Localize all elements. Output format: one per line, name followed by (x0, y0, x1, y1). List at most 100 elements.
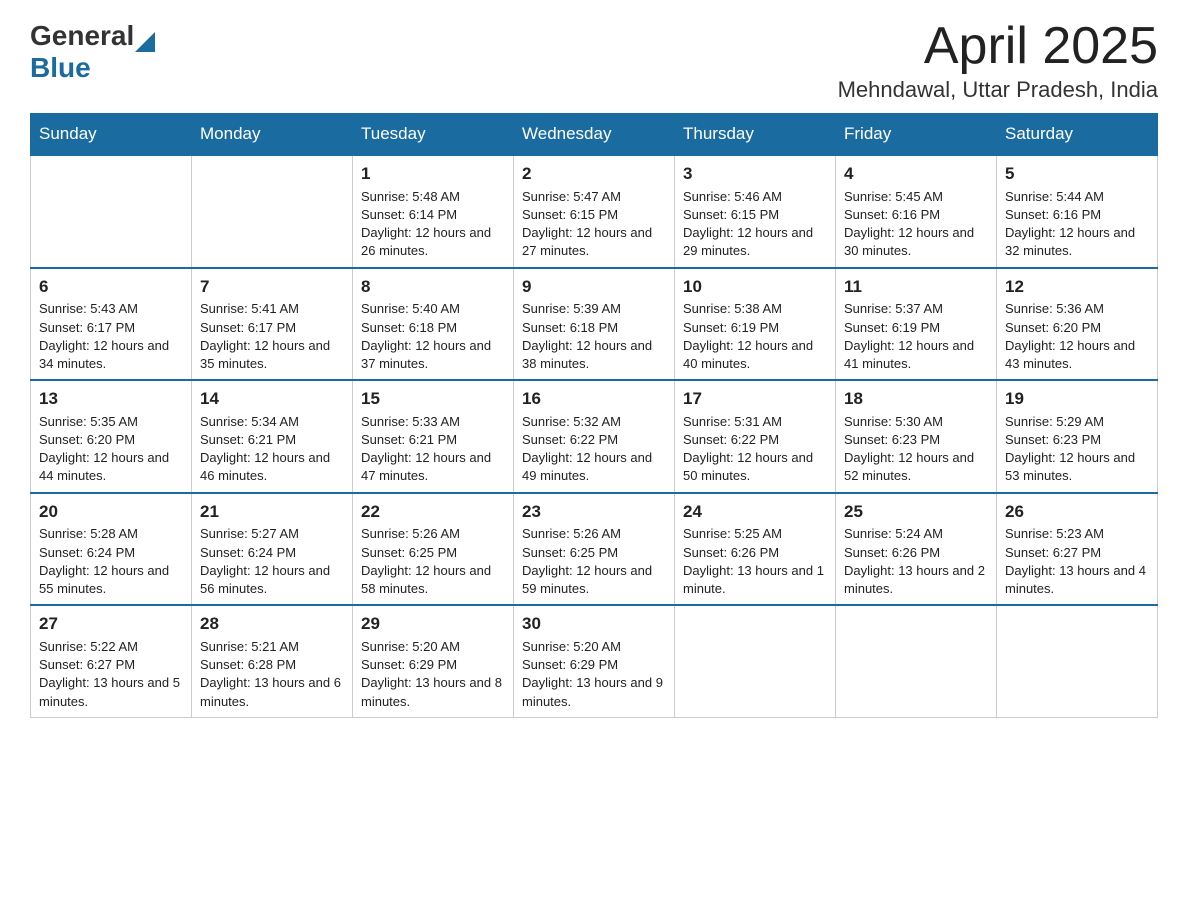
calendar-cell: 6Sunrise: 5:43 AM Sunset: 6:17 PM Daylig… (31, 268, 192, 381)
calendar-cell: 4Sunrise: 5:45 AM Sunset: 6:16 PM Daylig… (836, 155, 997, 268)
calendar-cell: 17Sunrise: 5:31 AM Sunset: 6:22 PM Dayli… (675, 380, 836, 493)
day-number: 20 (39, 500, 183, 524)
calendar-header-friday: Friday (836, 114, 997, 156)
day-info: Sunrise: 5:20 AM Sunset: 6:29 PM Dayligh… (522, 638, 666, 711)
day-number: 1 (361, 162, 505, 186)
page-header: General Blue April 2025 Mehndawal, Uttar… (30, 20, 1158, 103)
calendar-cell: 20Sunrise: 5:28 AM Sunset: 6:24 PM Dayli… (31, 493, 192, 606)
calendar-cell: 24Sunrise: 5:25 AM Sunset: 6:26 PM Dayli… (675, 493, 836, 606)
day-info: Sunrise: 5:20 AM Sunset: 6:29 PM Dayligh… (361, 638, 505, 711)
day-number: 4 (844, 162, 988, 186)
calendar-cell: 10Sunrise: 5:38 AM Sunset: 6:19 PM Dayli… (675, 268, 836, 381)
calendar-cell (836, 605, 997, 717)
day-number: 12 (1005, 275, 1149, 299)
calendar-cell: 28Sunrise: 5:21 AM Sunset: 6:28 PM Dayli… (192, 605, 353, 717)
day-number: 22 (361, 500, 505, 524)
day-number: 6 (39, 275, 183, 299)
calendar-cell: 11Sunrise: 5:37 AM Sunset: 6:19 PM Dayli… (836, 268, 997, 381)
logo-blue-text: Blue (30, 52, 91, 83)
day-number: 10 (683, 275, 827, 299)
day-info: Sunrise: 5:21 AM Sunset: 6:28 PM Dayligh… (200, 638, 344, 711)
calendar-table: SundayMondayTuesdayWednesdayThursdayFrid… (30, 113, 1158, 718)
calendar-header-thursday: Thursday (675, 114, 836, 156)
day-info: Sunrise: 5:40 AM Sunset: 6:18 PM Dayligh… (361, 300, 505, 373)
day-info: Sunrise: 5:28 AM Sunset: 6:24 PM Dayligh… (39, 525, 183, 598)
day-info: Sunrise: 5:29 AM Sunset: 6:23 PM Dayligh… (1005, 413, 1149, 486)
day-number: 14 (200, 387, 344, 411)
day-info: Sunrise: 5:27 AM Sunset: 6:24 PM Dayligh… (200, 525, 344, 598)
day-info: Sunrise: 5:30 AM Sunset: 6:23 PM Dayligh… (844, 413, 988, 486)
calendar-cell: 2Sunrise: 5:47 AM Sunset: 6:15 PM Daylig… (514, 155, 675, 268)
calendar-header-saturday: Saturday (997, 114, 1158, 156)
calendar-cell (675, 605, 836, 717)
day-info: Sunrise: 5:48 AM Sunset: 6:14 PM Dayligh… (361, 188, 505, 261)
day-number: 18 (844, 387, 988, 411)
day-number: 3 (683, 162, 827, 186)
calendar-cell: 19Sunrise: 5:29 AM Sunset: 6:23 PM Dayli… (997, 380, 1158, 493)
calendar-cell: 30Sunrise: 5:20 AM Sunset: 6:29 PM Dayli… (514, 605, 675, 717)
calendar-cell (192, 155, 353, 268)
day-number: 9 (522, 275, 666, 299)
calendar-cell: 1Sunrise: 5:48 AM Sunset: 6:14 PM Daylig… (353, 155, 514, 268)
day-info: Sunrise: 5:22 AM Sunset: 6:27 PM Dayligh… (39, 638, 183, 711)
calendar-week-row: 20Sunrise: 5:28 AM Sunset: 6:24 PM Dayli… (31, 493, 1158, 606)
calendar-cell: 9Sunrise: 5:39 AM Sunset: 6:18 PM Daylig… (514, 268, 675, 381)
calendar-cell: 21Sunrise: 5:27 AM Sunset: 6:24 PM Dayli… (192, 493, 353, 606)
day-number: 16 (522, 387, 666, 411)
day-info: Sunrise: 5:32 AM Sunset: 6:22 PM Dayligh… (522, 413, 666, 486)
day-info: Sunrise: 5:33 AM Sunset: 6:21 PM Dayligh… (361, 413, 505, 486)
day-number: 24 (683, 500, 827, 524)
day-number: 2 (522, 162, 666, 186)
calendar-cell: 13Sunrise: 5:35 AM Sunset: 6:20 PM Dayli… (31, 380, 192, 493)
logo: General Blue (30, 20, 155, 84)
calendar-cell (31, 155, 192, 268)
calendar-week-row: 13Sunrise: 5:35 AM Sunset: 6:20 PM Dayli… (31, 380, 1158, 493)
day-info: Sunrise: 5:24 AM Sunset: 6:26 PM Dayligh… (844, 525, 988, 598)
day-info: Sunrise: 5:25 AM Sunset: 6:26 PM Dayligh… (683, 525, 827, 598)
day-number: 8 (361, 275, 505, 299)
day-number: 5 (1005, 162, 1149, 186)
calendar-cell: 3Sunrise: 5:46 AM Sunset: 6:15 PM Daylig… (675, 155, 836, 268)
calendar-cell: 25Sunrise: 5:24 AM Sunset: 6:26 PM Dayli… (836, 493, 997, 606)
day-info: Sunrise: 5:34 AM Sunset: 6:21 PM Dayligh… (200, 413, 344, 486)
day-info: Sunrise: 5:47 AM Sunset: 6:15 PM Dayligh… (522, 188, 666, 261)
calendar-cell: 16Sunrise: 5:32 AM Sunset: 6:22 PM Dayli… (514, 380, 675, 493)
day-info: Sunrise: 5:39 AM Sunset: 6:18 PM Dayligh… (522, 300, 666, 373)
day-info: Sunrise: 5:43 AM Sunset: 6:17 PM Dayligh… (39, 300, 183, 373)
day-info: Sunrise: 5:38 AM Sunset: 6:19 PM Dayligh… (683, 300, 827, 373)
day-info: Sunrise: 5:23 AM Sunset: 6:27 PM Dayligh… (1005, 525, 1149, 598)
day-info: Sunrise: 5:26 AM Sunset: 6:25 PM Dayligh… (361, 525, 505, 598)
day-number: 11 (844, 275, 988, 299)
calendar-week-row: 1Sunrise: 5:48 AM Sunset: 6:14 PM Daylig… (31, 155, 1158, 268)
calendar-cell: 15Sunrise: 5:33 AM Sunset: 6:21 PM Dayli… (353, 380, 514, 493)
day-number: 7 (200, 275, 344, 299)
day-number: 17 (683, 387, 827, 411)
calendar-cell: 12Sunrise: 5:36 AM Sunset: 6:20 PM Dayli… (997, 268, 1158, 381)
calendar-cell: 14Sunrise: 5:34 AM Sunset: 6:21 PM Dayli… (192, 380, 353, 493)
day-number: 15 (361, 387, 505, 411)
calendar-cell: 7Sunrise: 5:41 AM Sunset: 6:17 PM Daylig… (192, 268, 353, 381)
title-section: April 2025 Mehndawal, Uttar Pradesh, Ind… (838, 20, 1158, 103)
calendar-cell: 27Sunrise: 5:22 AM Sunset: 6:27 PM Dayli… (31, 605, 192, 717)
logo-triangle-icon (135, 32, 155, 52)
day-info: Sunrise: 5:36 AM Sunset: 6:20 PM Dayligh… (1005, 300, 1149, 373)
calendar-cell: 26Sunrise: 5:23 AM Sunset: 6:27 PM Dayli… (997, 493, 1158, 606)
day-number: 26 (1005, 500, 1149, 524)
calendar-week-row: 6Sunrise: 5:43 AM Sunset: 6:17 PM Daylig… (31, 268, 1158, 381)
calendar-header-tuesday: Tuesday (353, 114, 514, 156)
calendar-cell: 5Sunrise: 5:44 AM Sunset: 6:16 PM Daylig… (997, 155, 1158, 268)
calendar-cell: 23Sunrise: 5:26 AM Sunset: 6:25 PM Dayli… (514, 493, 675, 606)
day-info: Sunrise: 5:45 AM Sunset: 6:16 PM Dayligh… (844, 188, 988, 261)
month-year-title: April 2025 (838, 20, 1158, 72)
calendar-header-row: SundayMondayTuesdayWednesdayThursdayFrid… (31, 114, 1158, 156)
day-number: 23 (522, 500, 666, 524)
day-number: 13 (39, 387, 183, 411)
calendar-cell: 22Sunrise: 5:26 AM Sunset: 6:25 PM Dayli… (353, 493, 514, 606)
day-number: 27 (39, 612, 183, 636)
calendar-header-wednesday: Wednesday (514, 114, 675, 156)
location-text: Mehndawal, Uttar Pradesh, India (838, 77, 1158, 103)
day-info: Sunrise: 5:37 AM Sunset: 6:19 PM Dayligh… (844, 300, 988, 373)
day-info: Sunrise: 5:31 AM Sunset: 6:22 PM Dayligh… (683, 413, 827, 486)
day-info: Sunrise: 5:26 AM Sunset: 6:25 PM Dayligh… (522, 525, 666, 598)
calendar-cell (997, 605, 1158, 717)
